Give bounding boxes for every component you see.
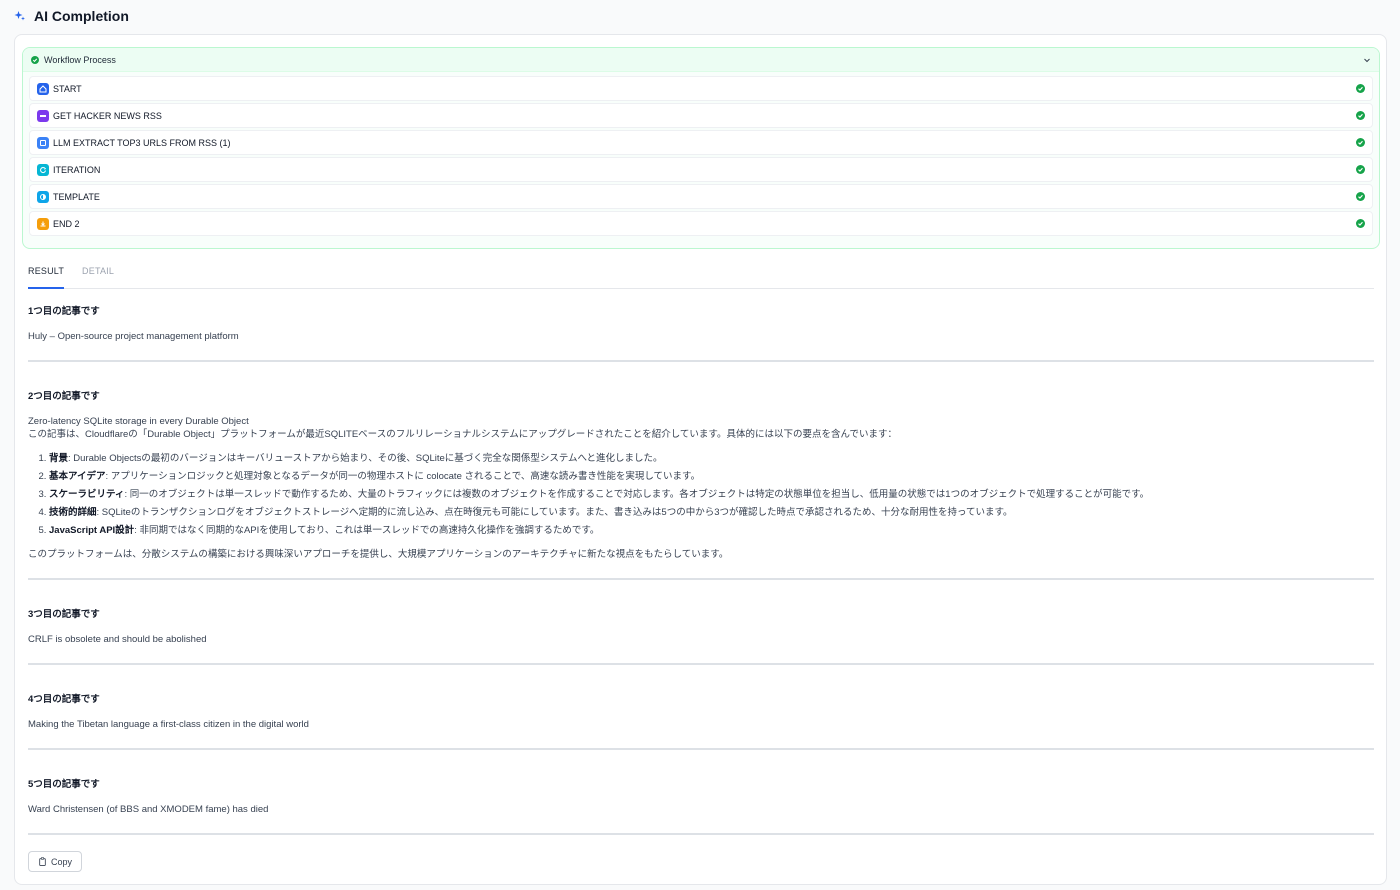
workflow-node-label: END 2 — [53, 218, 80, 229]
article-section: 4つ目の記事です Making the Tibetan language a f… — [28, 691, 1374, 750]
copy-button-label: Copy — [50, 856, 72, 867]
clipboard-icon — [39, 857, 46, 866]
success-check-icon — [1356, 219, 1365, 228]
workflow-node-llm[interactable]: LLM EXTRACT TOP3 URLS FROM RSS (1) — [29, 130, 1373, 155]
workflow-node-iteration[interactable]: ITERATION — [29, 157, 1373, 182]
tab-result[interactable]: RESULT — [28, 261, 65, 289]
page-header: AI Completion — [14, 7, 129, 25]
workflow-node-label: TEMPLATE — [53, 191, 100, 202]
list-item: スケーラビリティ: 同一のオブジェクトは単一スレッドで動作するため、大量のトラフ… — [49, 486, 1374, 504]
article-section: 1つ目の記事です Huly – Open-source project mana… — [28, 303, 1374, 362]
article-title: CRLF is obsolete and should be abolished — [28, 634, 207, 645]
article-points-list: 背景: Durable Objectsの最初のバージョンはキーバリューストアから… — [49, 450, 1374, 540]
article-heading: 3つ目の記事です — [28, 609, 100, 620]
success-check-icon — [1356, 84, 1365, 93]
result-content: 1つ目の記事です Huly – Open-source project mana… — [28, 303, 1374, 861]
article-section: 3つ目の記事です CRLF is obsolete and should be … — [28, 606, 1374, 665]
result-tabs: RESULT DETAIL — [28, 261, 1374, 289]
workflow-node-label: ITERATION — [53, 164, 101, 175]
article-title: Making the Tibetan language a first-clas… — [28, 719, 309, 730]
article-heading: 4つ目の記事です — [28, 694, 100, 705]
article-title: Huly – Open-source project management pl… — [28, 331, 239, 342]
article-section: 5つ目の記事です Ward Christensen (of BBS and XM… — [28, 776, 1374, 835]
template-icon — [37, 190, 49, 203]
list-item: JavaScript API設計: 非同期ではなく同期的なAPIを使用しており、… — [49, 522, 1374, 540]
end-icon — [37, 217, 49, 230]
workflow-node-label: START — [53, 83, 82, 94]
success-check-icon — [1356, 138, 1365, 147]
list-item: 技術的詳細: SQLiteのトランザクションログをオブジェクトストレージへ定期的… — [49, 504, 1374, 522]
iteration-icon — [37, 163, 49, 176]
article-heading: 1つ目の記事です — [28, 306, 100, 317]
page-title: AI Completion — [34, 8, 129, 24]
workflow-node-http[interactable]: GET HACKER NEWS RSS — [29, 103, 1373, 128]
completion-card: Workflow Process START GET HACKER NEWS R… — [14, 34, 1387, 885]
llm-icon — [37, 136, 49, 149]
sparkle-icon — [14, 11, 25, 21]
article-heading: 2つ目の記事です — [28, 391, 100, 402]
article-title: Zero-latency SQLite storage in every Dur… — [28, 416, 249, 427]
success-check-icon — [1356, 165, 1365, 174]
workflow-process-title: Workflow Process — [44, 54, 116, 65]
http-icon — [37, 109, 49, 122]
copy-button[interactable]: Copy — [28, 851, 82, 872]
article-intro: この記事は、Cloudflareの「Durable Object」プラットフォー… — [28, 429, 898, 440]
workflow-node-end[interactable]: END 2 — [29, 211, 1373, 236]
success-check-icon — [31, 55, 39, 64]
article-section: 2つ目の記事です Zero-latency SQLite storage in … — [28, 388, 1374, 580]
article-heading: 5つ目の記事です — [28, 779, 100, 790]
article-title: Ward Christensen (of BBS and XMODEM fame… — [28, 804, 269, 815]
workflow-node-label: LLM EXTRACT TOP3 URLS FROM RSS (1) — [53, 137, 231, 148]
workflow-process-panel: Workflow Process START GET HACKER NEWS R… — [22, 47, 1380, 249]
article-closing: このプラットフォームは、分散システムの構築における興味深いアプローチを提供し、大… — [28, 549, 729, 560]
workflow-node-list: START GET HACKER NEWS RSS LLM EXTRACT TO… — [23, 72, 1379, 236]
workflow-node-label: GET HACKER NEWS RSS — [53, 110, 162, 121]
success-check-icon — [1356, 111, 1365, 120]
chevron-down-icon[interactable] — [1363, 56, 1371, 64]
list-item: 基本アイデア: アプリケーションロジックと処理対象となるデータが同一の物理ホスト… — [49, 468, 1374, 486]
home-icon — [37, 82, 49, 95]
workflow-node-start[interactable]: START — [29, 76, 1373, 101]
success-check-icon — [1356, 192, 1365, 201]
workflow-process-header[interactable]: Workflow Process — [23, 48, 1379, 72]
tab-detail[interactable]: DETAIL — [82, 261, 114, 289]
list-item: 背景: Durable Objectsの最初のバージョンはキーバリューストアから… — [49, 450, 1374, 468]
workflow-node-template[interactable]: TEMPLATE — [29, 184, 1373, 209]
